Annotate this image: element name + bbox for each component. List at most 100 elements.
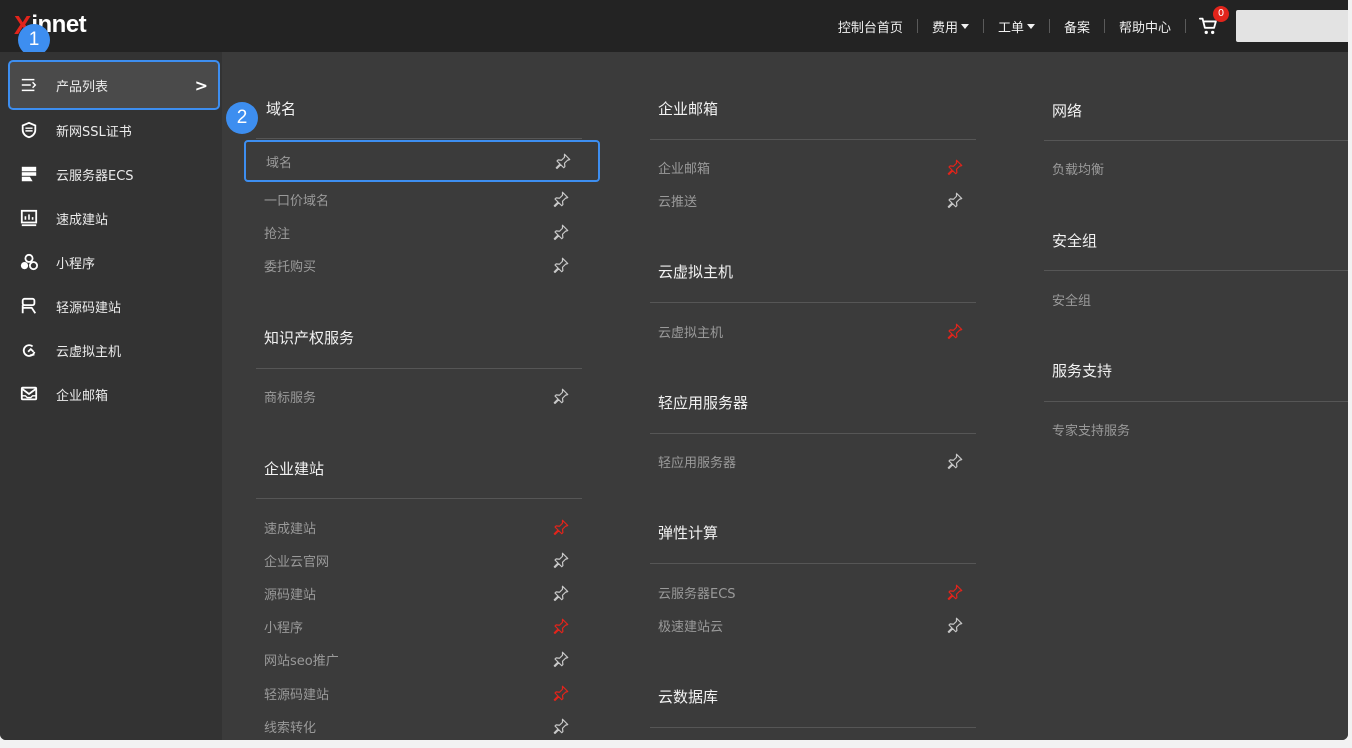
product-item-cloud-website[interactable]: 企业云官网 [264, 546, 582, 574]
caret-down-icon [1026, 23, 1035, 29]
product-item-lead-conversion[interactable]: 线索转化 [264, 712, 582, 740]
sidebar-item-product-list[interactable]: 产品列表 > [8, 60, 220, 110]
sidebar-item-label: 企业邮箱 [56, 388, 109, 404]
nav-label: 帮助中心 [1118, 20, 1171, 36]
menu-list-icon [18, 76, 40, 94]
sidebar-item-label: 轻源码建站 [56, 300, 122, 316]
product-label: 一口价域名 [264, 193, 330, 209]
nav-filing[interactable]: 备案 [1050, 17, 1104, 36]
section-title-elastic-compute: 弹性计算 [658, 524, 719, 542]
nav-tickets-dropdown[interactable]: 工单 [984, 17, 1049, 36]
product-item-enterprise-mail[interactable]: 企业邮箱 [658, 153, 976, 181]
product-label: 域名 [266, 155, 293, 171]
product-item-ecs[interactable]: 云服务器ECS [658, 578, 976, 606]
pin-icon[interactable] [946, 191, 964, 209]
section-title-network: 网络 [1052, 102, 1083, 120]
product-item-security-group[interactable]: 安全组 [1052, 285, 1348, 313]
section-divider [1044, 140, 1348, 141]
sidebar-item-ecs[interactable]: 云服务器ECS [0, 152, 222, 196]
cart-button[interactable]: 0 [1198, 6, 1229, 37]
virtual-host-icon [18, 341, 40, 359]
nav-label: 备案 [1063, 20, 1090, 36]
product-item-light-app-server[interactable]: 轻应用服务器 [658, 447, 976, 475]
pin-icon[interactable] [946, 452, 964, 470]
product-label: 企业云官网 [264, 554, 330, 570]
sidebar-item-quick-site[interactable]: 速成建站 [0, 196, 222, 240]
product-label: 专家支持服务 [1052, 423, 1131, 439]
product-item-source-site[interactable]: 源码建站 [264, 579, 582, 607]
section-title-site-building: 企业建站 [264, 460, 325, 478]
pin-icon[interactable] [946, 616, 964, 634]
section-title-cloud-database: 云数据库 [658, 688, 719, 706]
product-label: 线索转化 [264, 720, 317, 736]
product-item-domain[interactable]: 域名 [244, 140, 600, 182]
nav-console-home[interactable]: 控制台首页 [824, 17, 917, 36]
nav-label: 控制台首页 [837, 20, 903, 36]
pin-icon[interactable] [552, 717, 570, 735]
cart-count-badge: 0 [1213, 6, 1229, 22]
product-label: 委托购买 [264, 259, 317, 275]
product-item-snap-up[interactable]: 抢注 [264, 218, 582, 246]
pin-filled-icon[interactable] [946, 322, 964, 340]
nav-divider [1185, 19, 1186, 33]
pin-icon[interactable] [552, 256, 570, 274]
pin-icon[interactable] [552, 190, 570, 208]
pin-icon[interactable] [552, 584, 570, 602]
section-divider [650, 302, 976, 303]
section-divider [650, 563, 976, 564]
pin-filled-icon[interactable] [946, 583, 964, 601]
product-item-fixed-price-domain[interactable]: 一口价域名 [264, 185, 582, 213]
product-item-trademark[interactable]: 商标服务 [264, 382, 582, 410]
section-title-ip-services: 知识产权服务 [264, 329, 355, 347]
pin-filled-icon[interactable] [552, 617, 570, 635]
pin-icon[interactable] [552, 387, 570, 405]
product-item-quick-site[interactable]: 速成建站 [264, 513, 582, 541]
product-label: 小程序 [264, 620, 304, 636]
pin-icon[interactable] [552, 650, 570, 668]
product-label: 安全组 [1052, 293, 1092, 309]
pin-filled-icon[interactable] [552, 684, 570, 702]
pin-icon[interactable] [552, 551, 570, 569]
product-label: 企业邮箱 [658, 161, 711, 177]
sidebar: 产品列表 > 新网SSL证书 云服务器ECS 速成建站 小程序 轻源码建站 云虚… [0, 52, 222, 740]
pin-icon[interactable] [552, 223, 570, 241]
sidebar-item-mini-program[interactable]: 小程序 [0, 240, 222, 284]
search-input[interactable] [1236, 10, 1348, 42]
nav-billing-dropdown[interactable]: 费用 [918, 17, 983, 36]
product-label: 速成建站 [264, 521, 317, 537]
nav-help-center[interactable]: 帮助中心 [1105, 17, 1185, 36]
product-item-expert-support[interactable]: 专家支持服务 [1052, 415, 1348, 443]
pin-filled-icon[interactable] [946, 158, 964, 176]
shield-icon [18, 121, 40, 139]
mini-program-icon [18, 253, 40, 271]
product-item-virtual-host[interactable]: 云虚拟主机 [658, 317, 976, 345]
product-label: 负载均衡 [1052, 162, 1105, 178]
top-nav: 控制台首页 费用 工单 备案 帮助中心 0 [700, 0, 1348, 52]
section-divider [256, 368, 582, 369]
sidebar-item-label: 新网SSL证书 [56, 124, 132, 140]
section-title-security-group: 安全组 [1052, 232, 1098, 250]
sidebar-item-light-source[interactable]: 轻源码建站 [0, 284, 222, 328]
section-divider [1044, 270, 1348, 271]
pin-icon[interactable] [554, 152, 572, 170]
product-item-seo[interactable]: 网站seo推广 [264, 645, 582, 673]
product-label: 网站seo推广 [264, 653, 339, 669]
pin-filled-icon[interactable] [552, 518, 570, 536]
sidebar-item-ssl[interactable]: 新网SSL证书 [0, 108, 222, 152]
product-item-cloud-push[interactable]: 云推送 [658, 186, 976, 214]
server-icon [18, 165, 40, 183]
section-divider [650, 727, 976, 728]
sidebar-item-virtual-host[interactable]: 云虚拟主机 [0, 328, 222, 372]
product-item-mini-program[interactable]: 小程序 [264, 612, 582, 640]
product-label: 轻源码建站 [264, 687, 330, 703]
product-item-load-balancer[interactable]: 负载均衡 [1052, 154, 1348, 182]
product-item-light-source[interactable]: 轻源码建站 [264, 679, 582, 707]
sidebar-item-label: 速成建站 [56, 212, 109, 228]
sidebar-item-enterprise-mail[interactable]: 企业邮箱 [0, 372, 222, 416]
section-divider [256, 138, 582, 139]
product-label: 轻应用服务器 [658, 455, 737, 471]
product-item-fast-site-cloud[interactable]: 极速建站云 [658, 611, 976, 639]
nav-label: 费用 [931, 20, 958, 36]
product-item-entrusted-purchase[interactable]: 委托购买 [264, 251, 582, 279]
product-label: 云虚拟主机 [658, 325, 724, 341]
